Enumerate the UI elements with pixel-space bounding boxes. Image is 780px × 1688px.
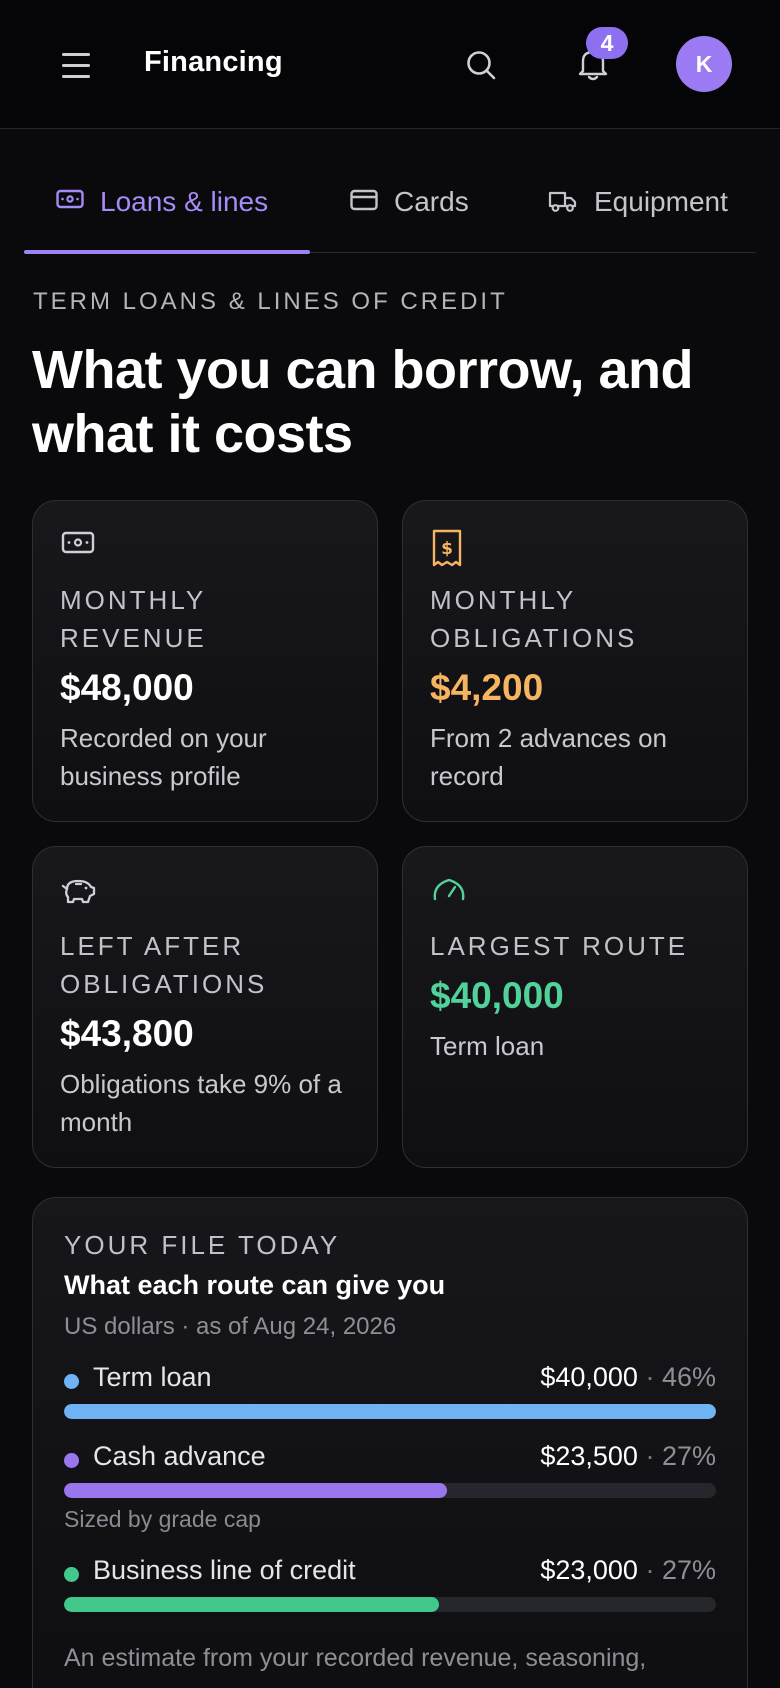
notification-badge: 4 (586, 27, 628, 59)
stat-card-largest-route: LARGEST ROUTE $40,000 Term loan (402, 846, 748, 1168)
section-headline: What you can borrow, and what it costs (32, 340, 694, 464)
active-tab-indicator (24, 250, 310, 254)
truck-icon (548, 189, 578, 218)
route-amount: $23,000 · 27% (540, 1555, 716, 1585)
stat-label: LARGEST ROUTE (430, 931, 689, 961)
tab-loans-and-lines[interactable]: Loans & lines (56, 170, 268, 253)
panel-subtitle: US dollars · as of Aug 24, 2026 (64, 1313, 397, 1340)
banknote-icon (61, 529, 99, 567)
stat-note: From 2 advances on record (430, 723, 668, 791)
stat-value: $48,000 (60, 667, 194, 708)
financing-tabs: Loans & lines Cards Equipment (24, 170, 756, 254)
credit-card-icon (350, 189, 378, 216)
stat-value: $43,800 (60, 1013, 194, 1054)
avatar[interactable]: K (676, 36, 732, 92)
search-icon[interactable] (462, 46, 500, 84)
top-bar: Financing 4 K (0, 0, 780, 129)
gauge-icon (431, 875, 469, 913)
receipt-icon: $ (431, 529, 469, 567)
route-amount: $40,000 · 46% (540, 1362, 716, 1392)
file-today-panel: YOUR FILE TODAY What each route can give… (32, 1197, 748, 1688)
banknote-icon (56, 189, 84, 214)
tab-label: Equipment (594, 186, 728, 217)
menu-icon[interactable] (54, 46, 98, 84)
page-title: Financing (144, 46, 283, 78)
route-dot (64, 1453, 79, 1468)
stat-label: LEFT AFTER OBLIGATIONS (60, 931, 268, 999)
tab-equipment[interactable]: Equipment (548, 170, 728, 253)
route-bar-fill (64, 1597, 439, 1612)
financing-screen: Financing 4 K Loans & lines Cards Equipm… (0, 0, 780, 1688)
tab-cards[interactable]: Cards (350, 170, 469, 253)
route-dot (64, 1374, 79, 1389)
piggy-bank-icon (61, 875, 99, 913)
panel-title: What each route can give you (64, 1270, 446, 1300)
tab-label: Loans & lines (100, 186, 269, 217)
stat-label: MONTHLY REVENUE (60, 585, 207, 653)
stat-value: $4,200 (430, 667, 544, 708)
panel-eyebrow: YOUR FILE TODAY (64, 1230, 341, 1260)
route-bar-fill (64, 1404, 716, 1419)
route-note: Sized by grade cap (64, 1506, 261, 1532)
stat-card-left-after-obligations: LEFT AFTER OBLIGATIONS $43,800 Obligatio… (32, 846, 378, 1168)
route-amount: $23,500 · 27% (540, 1441, 716, 1471)
route-bar-track (64, 1483, 716, 1498)
route-dot (64, 1567, 79, 1582)
stat-label: MONTHLY OBLIGATIONS (430, 585, 638, 653)
stat-value: $40,000 (430, 975, 564, 1016)
stat-note: Term loan (430, 1031, 545, 1061)
panel-footnote: An estimate from your recorded revenue, … (64, 1644, 654, 1688)
route-bar-fill (64, 1483, 448, 1498)
stat-card-monthly-revenue: MONTHLY REVENUE $48,000 Recorded on your… (32, 500, 378, 822)
route-bar-track (64, 1597, 716, 1612)
stat-card-monthly-obligations: $ MONTHLY OBLIGATIONS $4,200 From 2 adva… (402, 500, 748, 822)
route-name: Term loan (93, 1362, 212, 1392)
route-bar-track (64, 1404, 716, 1419)
stat-note: Obligations take 9% of a month (60, 1069, 342, 1137)
svg-text:$: $ (441, 539, 453, 559)
section-eyebrow: TERM LOANS & LINES OF CREDIT (33, 288, 508, 315)
tab-label: Cards (394, 186, 469, 217)
stat-note: Recorded on your business profile (60, 723, 267, 791)
route-name: Cash advance (93, 1441, 266, 1471)
route-name: Business line of credit (93, 1555, 356, 1585)
